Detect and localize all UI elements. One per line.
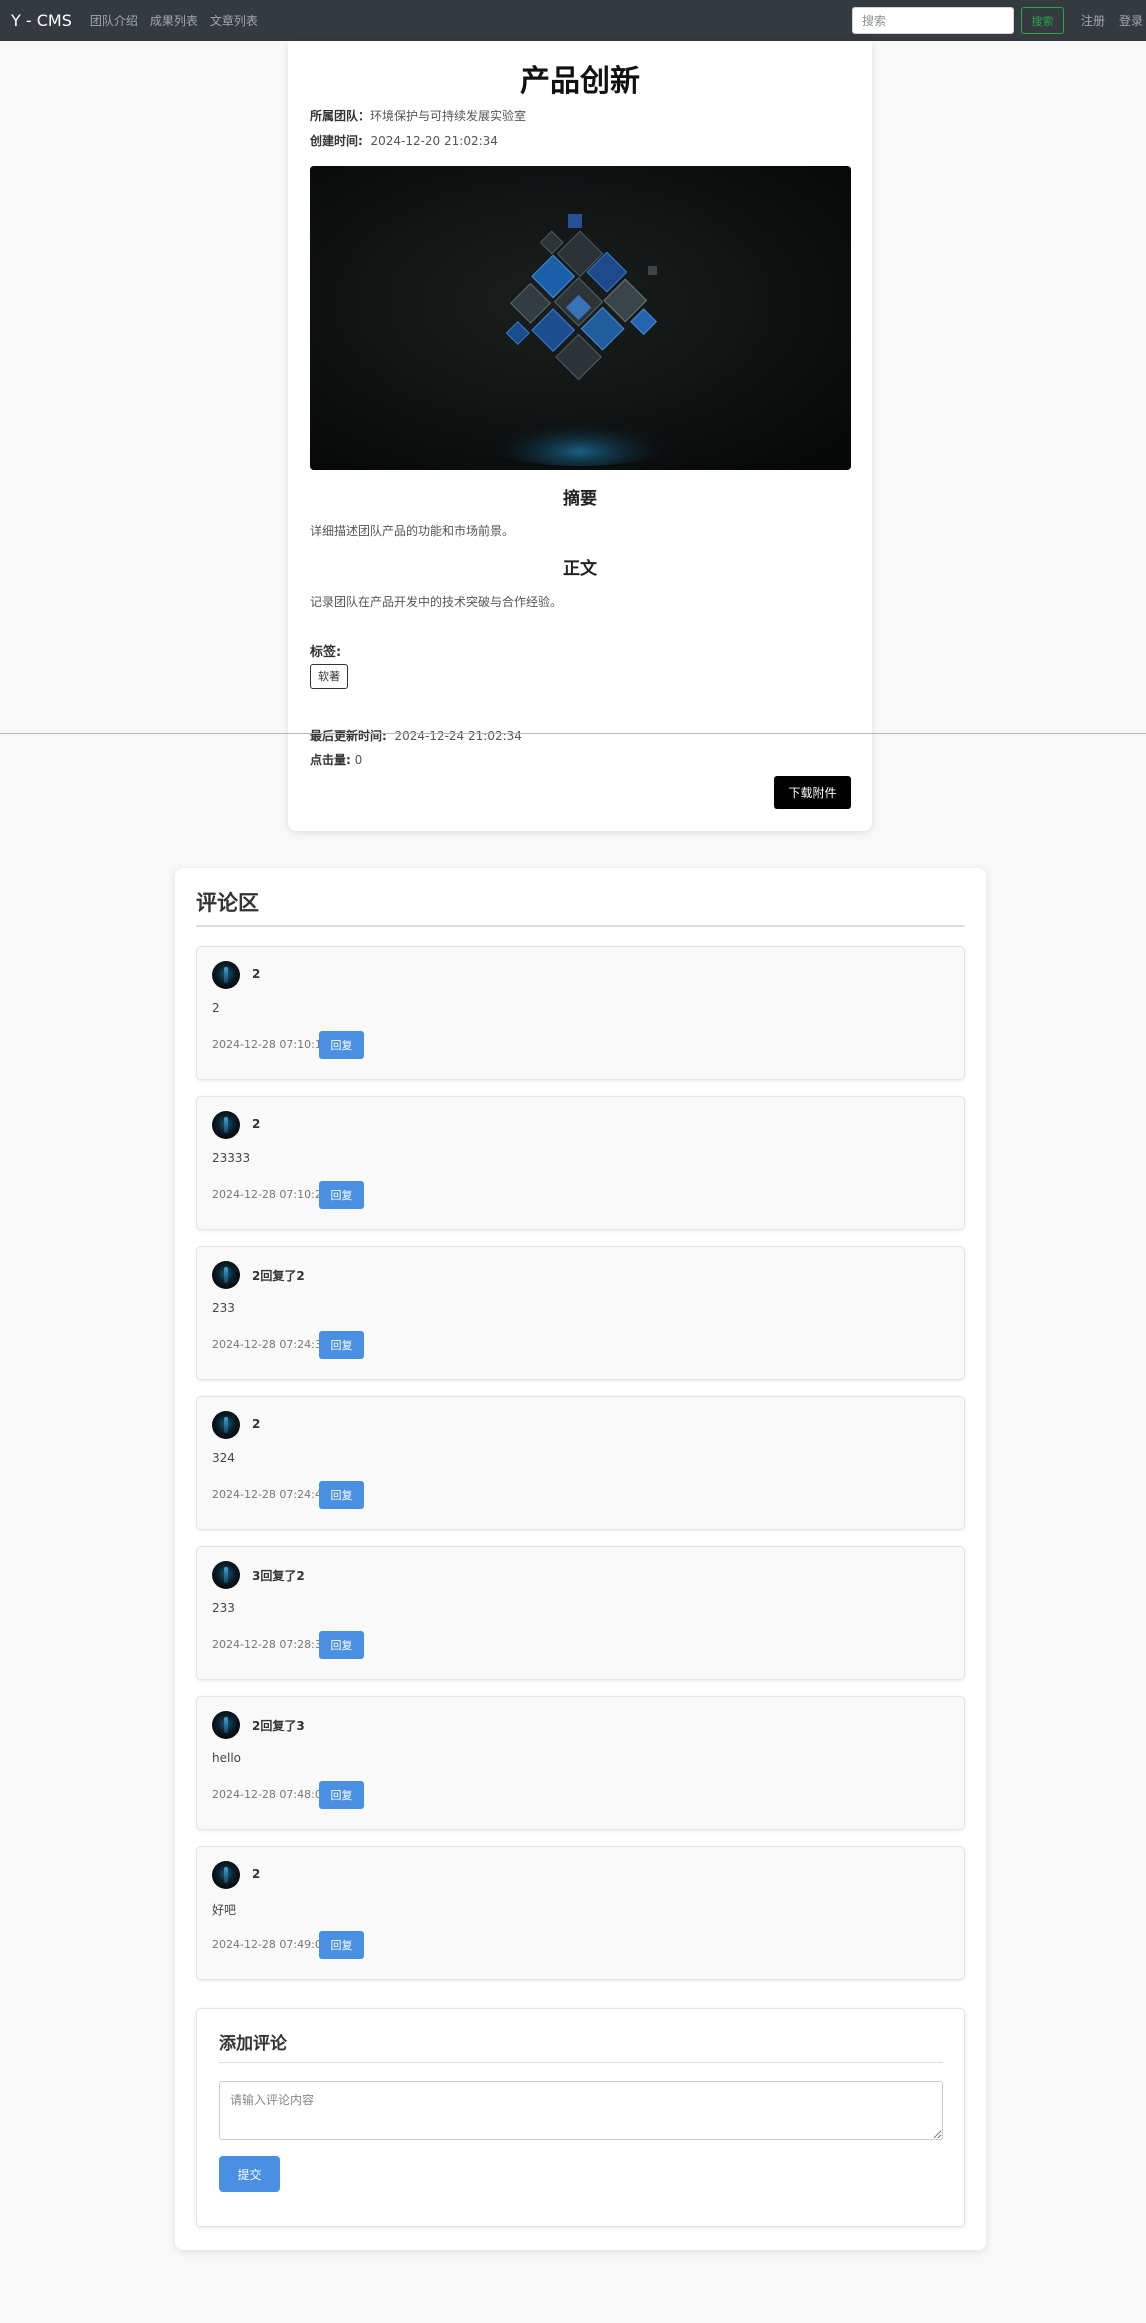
comments-title: 评论区 (196, 891, 259, 915)
add-comment-divider (219, 2062, 943, 2063)
comment-user: 2 (252, 1417, 261, 1431)
comment-user: 2 (252, 1117, 261, 1131)
article-card: 产品创新 所属团队：环境保护与可持续发展实验室 创建时间: 2024-12-20… (288, 41, 872, 831)
comment-item: 2回复了3 hello 2024-12-28 07:48:08 回复 (196, 1696, 965, 1830)
views-value: 0 (354, 753, 363, 767)
navbar-right: 搜索 注册 登录 (851, 0, 1146, 41)
avatar (212, 1711, 240, 1739)
created-label: 创建时间: (310, 134, 363, 148)
cover-image (310, 166, 851, 470)
views-meta: 点击量: 0 (310, 751, 362, 768)
comment-item: 2 好吧 2024-12-28 07:49:04 回复 (196, 1846, 965, 1980)
summary-heading: 摘要 (563, 489, 597, 509)
reply-button[interactable]: 回复 (319, 1481, 364, 1509)
brand-logo[interactable]: Y - CMS (11, 11, 72, 30)
updated-label: 最后更新时间: (310, 729, 387, 743)
comment-content: 好吧 (212, 1903, 237, 1917)
reply-button[interactable]: 回复 (319, 1631, 364, 1659)
comment-time: 2024-12-28 07:49:04 (212, 1938, 329, 1951)
team-meta: 所属团队：环境保护与可持续发展实验室 (310, 107, 526, 124)
download-attachment-button[interactable]: 下载附件 (774, 776, 851, 809)
created-meta: 创建时间: 2024-12-20 21:02:34 (310, 132, 498, 149)
add-comment-title: 添加评论 (219, 2034, 287, 2054)
add-comment-form: 添加评论 提交 (196, 2008, 965, 2227)
tag-badge[interactable]: 软著 (310, 664, 348, 689)
comment-content: 233 (212, 1601, 235, 1615)
summary-text: 详细描述团队产品的功能和市场前景。 (310, 524, 515, 538)
comment-time: 2024-12-28 07:48:08 (212, 1788, 329, 1801)
comment-user: 2 (252, 1867, 261, 1881)
reply-button[interactable]: 回复 (319, 1331, 364, 1359)
created-value: 2024-12-20 21:02:34 (370, 134, 498, 148)
comment-user: 2回复了2 (252, 1269, 305, 1283)
page-divider (0, 733, 1146, 734)
nav-link-articles[interactable]: 文章列表 (210, 12, 258, 29)
comment-user: 2 (252, 967, 261, 981)
comment-textarea[interactable] (219, 2081, 943, 2140)
updated-meta: 最后更新时间: 2024-12-24 21:02:34 (310, 727, 522, 744)
nav-link-achievements[interactable]: 成果列表 (150, 12, 198, 29)
tags-label: 标签: (310, 645, 342, 660)
body-text: 记录团队在产品开发中的技术突破与合作经验。 (310, 595, 563, 609)
reply-button[interactable]: 回复 (319, 1781, 364, 1809)
comment-item: 2 23333 2024-12-28 07:10:24 回复 (196, 1096, 965, 1230)
avatar (212, 1561, 240, 1589)
reply-button[interactable]: 回复 (319, 1181, 364, 1209)
submit-button[interactable]: 提交 (219, 2156, 280, 2192)
body-heading: 正文 (563, 559, 597, 579)
search-input[interactable] (851, 7, 1014, 34)
comment-item: 2 324 2024-12-28 07:24:46 回复 (196, 1396, 965, 1530)
comment-content: 23333 (212, 1151, 251, 1165)
comment-time: 2024-12-28 07:10:24 (212, 1188, 329, 1201)
comments-divider (196, 925, 965, 927)
comment-time: 2024-12-28 07:24:46 (212, 1488, 329, 1501)
comment-item: 2 2 2024-12-28 07:10:15 回复 (196, 946, 965, 1080)
avatar (212, 961, 240, 989)
comments-section: 评论区 2 2 2024-12-28 07:10:15 回复 2 23333 2… (175, 868, 986, 2250)
comment-time: 2024-12-28 07:28:30 (212, 1638, 329, 1651)
comment-user: 2回复了3 (252, 1719, 305, 1733)
register-link[interactable]: 注册 (1081, 12, 1105, 29)
comment-time: 2024-12-28 07:24:36 (212, 1338, 329, 1351)
views-label: 点击量: (310, 753, 351, 767)
avatar (212, 1411, 240, 1439)
nav-link-team-intro[interactable]: 团队介绍 (90, 12, 138, 29)
reply-button[interactable]: 回复 (319, 1031, 364, 1059)
avatar (212, 1261, 240, 1289)
updated-value: 2024-12-24 21:02:34 (394, 729, 522, 743)
comment-user: 3回复了2 (252, 1569, 305, 1583)
comment-item: 3回复了2 233 2024-12-28 07:28:30 回复 (196, 1546, 965, 1680)
comment-content: hello (212, 1751, 241, 1765)
comment-item: 2回复了2 233 2024-12-28 07:24:36 回复 (196, 1246, 965, 1380)
article-title: 产品创新 (520, 64, 640, 99)
team-value: 环境保护与可持续发展实验室 (370, 109, 527, 123)
avatar (212, 1111, 240, 1139)
comment-time: 2024-12-28 07:10:15 (212, 1038, 329, 1051)
comment-content: 233 (212, 1301, 235, 1315)
cubes-illustration (310, 166, 851, 470)
navbar: Y - CMS 团队介绍 成果列表 文章列表 搜索 注册 登录 (0, 0, 1146, 41)
login-link[interactable]: 登录 (1119, 12, 1143, 29)
search-button[interactable]: 搜索 (1020, 7, 1064, 34)
comment-content: 324 (212, 1451, 235, 1465)
reply-button[interactable]: 回复 (319, 1931, 364, 1959)
avatar (212, 1861, 240, 1889)
comment-content: 2 (212, 1001, 220, 1015)
team-label: 所属团队： (310, 109, 371, 123)
